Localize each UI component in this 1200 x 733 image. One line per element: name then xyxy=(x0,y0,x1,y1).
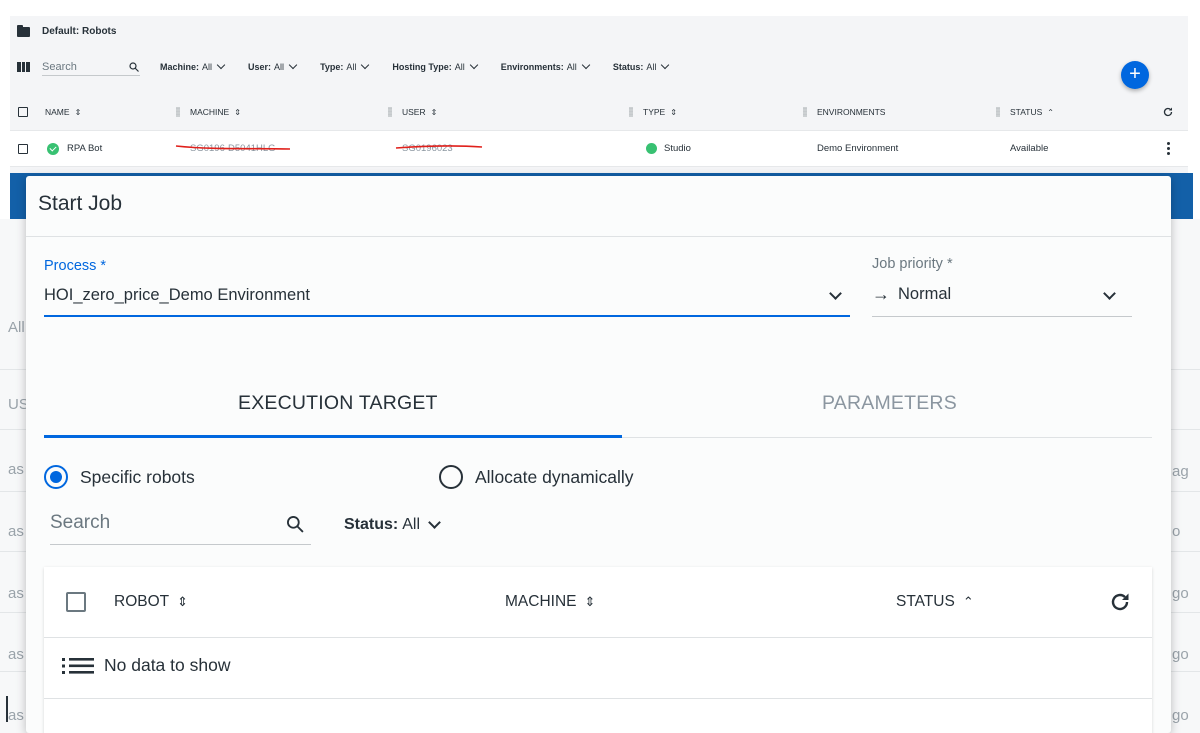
dim-text: o xyxy=(1172,523,1181,540)
process-label: Process * xyxy=(44,258,107,274)
chevron-down-icon xyxy=(469,60,479,70)
col-environments[interactable]: ENVIRONMENTS xyxy=(803,94,885,130)
robot-name: RPA Bot xyxy=(67,143,103,154)
chevron-down-icon xyxy=(216,60,226,70)
columns-icon[interactable] xyxy=(17,62,31,72)
select-all-checkbox[interactable] xyxy=(18,107,28,117)
col-name[interactable]: NAME ⇕ xyxy=(45,94,81,130)
radio-specific-robots[interactable]: Specific robots xyxy=(44,465,195,489)
active-tab-indicator xyxy=(44,435,622,438)
col-machine[interactable]: MACHINE ⇕ xyxy=(176,94,241,130)
dim-text: as xyxy=(8,585,24,602)
refresh-icon[interactable] xyxy=(1162,106,1174,118)
arrow-right-icon: → xyxy=(872,284,890,304)
chevron-down-icon xyxy=(288,60,298,70)
search-icon[interactable] xyxy=(285,514,305,534)
robots-table: NAME ⇕ MACHINE ⇕ USER ⇕ TYPE ⇕ ENVIRONMENTS … xyxy=(10,94,1188,167)
filter-type[interactable]: Type: All xyxy=(320,60,370,72)
tab-parameters[interactable]: PARAMETERS xyxy=(822,392,957,415)
status-filter[interactable]: Status: All xyxy=(344,516,441,534)
dim-text: go xyxy=(1172,646,1189,663)
search-icon[interactable] xyxy=(128,61,140,73)
table-header: NAME ⇕ MACHINE ⇕ USER ⇕ TYPE ⇕ ENVIRONMENTS … xyxy=(10,94,1188,131)
row-checkbox[interactable] xyxy=(18,143,28,154)
col-user[interactable]: USER ⇕ xyxy=(388,94,437,130)
add-robot-button[interactable]: + xyxy=(1121,61,1149,89)
dim-text: as xyxy=(8,523,24,540)
status-filter-label: Status: xyxy=(344,516,399,533)
chevron-down-icon[interactable] xyxy=(1103,287,1116,300)
select-all-checkbox[interactable] xyxy=(66,592,86,612)
col-status[interactable]: STATUS ⌃ xyxy=(896,593,974,611)
breadcrumb: Default: Robots xyxy=(17,24,117,37)
process-select[interactable]: HOI_zero_price_Demo Environment xyxy=(44,286,310,305)
status-filter-value: All xyxy=(402,516,421,533)
folder-icon xyxy=(17,24,30,37)
filter-environments[interactable]: Environments: All xyxy=(501,60,591,72)
radio-selected-icon xyxy=(44,465,68,489)
priority-select[interactable]: → Normal xyxy=(872,284,951,305)
chevron-down-icon xyxy=(581,60,591,70)
chevron-down-icon[interactable] xyxy=(829,287,842,300)
dim-text: go xyxy=(1172,585,1189,602)
table-row[interactable]: RPA Bot SG0196-D5041HLG SG0196023 Studio… xyxy=(10,131,1188,167)
priority-value: Normal xyxy=(898,285,952,303)
radio-dynamic-label: Allocate dynamically xyxy=(475,466,634,487)
available-check-icon xyxy=(47,142,59,155)
robot-search-placeholder: Search xyxy=(50,512,111,533)
priority-underline xyxy=(872,316,1132,317)
filter-hosting-type[interactable]: Hosting Type: All xyxy=(392,60,479,72)
filter-bar: Search Machine: All User: All Type: All Hos… xyxy=(17,58,692,76)
col-status[interactable]: STATUS ⌃ xyxy=(996,94,1054,130)
process-underline xyxy=(44,315,850,317)
divider xyxy=(26,236,1171,237)
robot-machine-redacted: SG0196-D5041HLG xyxy=(190,143,276,154)
more-options-icon[interactable] xyxy=(1167,142,1170,155)
tab-execution-target[interactable]: EXECUTION TARGET xyxy=(238,392,438,415)
col-type[interactable]: TYPE ⇕ xyxy=(629,94,677,130)
robot-user-redacted: SG0196023 xyxy=(402,143,453,154)
dim-text: ag xyxy=(1172,463,1189,480)
radio-allocate-dynamically[interactable]: Allocate dynamically xyxy=(439,465,634,489)
dim-text: go xyxy=(1172,707,1189,724)
radio-unselected-icon xyxy=(439,465,463,489)
dim-text: as xyxy=(8,646,24,663)
robots-search-input[interactable]: Search xyxy=(42,58,140,76)
chevron-down-icon xyxy=(661,60,670,70)
col-robot[interactable]: ROBOT ⇕ xyxy=(114,593,188,611)
robots-page: Default: Robots Search Machine: All User:… xyxy=(10,16,1188,176)
sort-asc-icon: ⌃ xyxy=(962,594,974,609)
dim-text: as xyxy=(8,707,24,724)
status-dot-icon xyxy=(646,143,657,154)
empty-state-text: No data to show xyxy=(104,655,231,675)
breadcrumb-label: Default: Robots xyxy=(42,26,117,37)
text-cursor xyxy=(6,696,8,722)
sort-icon: ⇕ xyxy=(177,594,189,609)
grid-header: ROBOT ⇕ MACHINE ⇕ STATUS ⌃ xyxy=(44,567,1152,638)
sort-icon: ⇕ xyxy=(584,594,596,609)
refresh-icon[interactable] xyxy=(1108,590,1132,614)
robots-search-placeholder: Search xyxy=(42,60,77,73)
filter-user[interactable]: User: All xyxy=(248,60,298,72)
filter-machine[interactable]: Machine: All xyxy=(160,60,226,72)
start-job-dialog: Start Job Process * HOI_zero_price_Demo … xyxy=(26,176,1171,733)
robot-type: Studio xyxy=(664,143,691,154)
empty-state: No data to show xyxy=(62,655,230,676)
robots-grid: ROBOT ⇕ MACHINE ⇕ STATUS ⌃ No data to show xyxy=(44,567,1152,733)
chevron-down-icon xyxy=(361,60,370,70)
dim-text: All xyxy=(8,319,25,336)
dim-text: as xyxy=(8,461,24,478)
chevron-down-icon xyxy=(428,516,441,529)
priority-label: Job priority * xyxy=(872,256,953,272)
col-machine[interactable]: MACHINE ⇕ xyxy=(505,593,595,611)
robot-search-input[interactable]: Search xyxy=(50,512,311,545)
radio-specific-label: Specific robots xyxy=(80,466,195,487)
filter-status[interactable]: Status: All xyxy=(613,60,670,72)
robot-status: Available xyxy=(1010,143,1049,154)
list-icon xyxy=(62,657,94,674)
dialog-title: Start Job xyxy=(38,192,123,215)
robot-environment: Demo Environment xyxy=(817,143,899,154)
divider xyxy=(44,698,1152,699)
